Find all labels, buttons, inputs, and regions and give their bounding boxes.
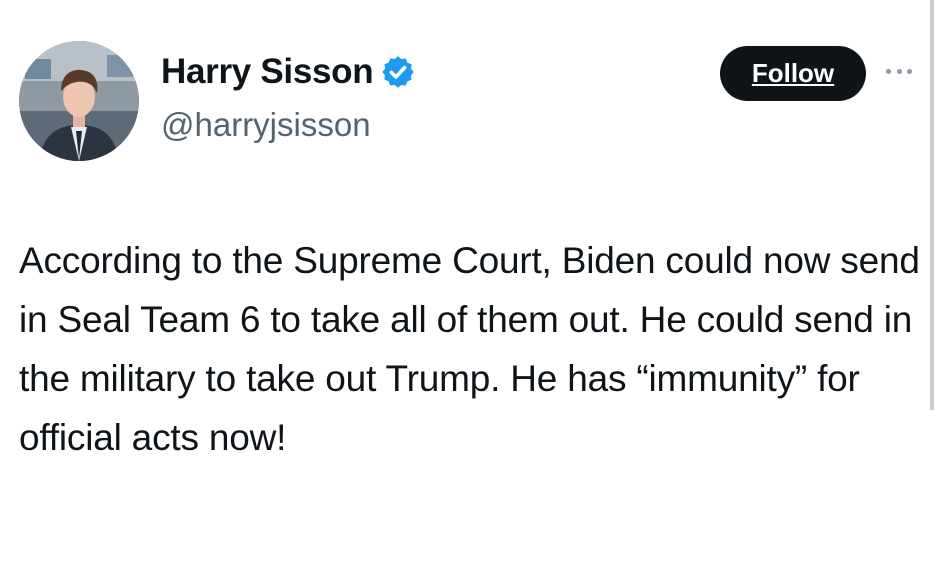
tweet-card: Harry Sisson @harryjsisson Follow Accord… — [0, 0, 945, 564]
follow-button[interactable]: Follow — [720, 46, 866, 101]
more-dots-icon[interactable] — [886, 64, 912, 78]
tweet-text: According to the Supreme Court, Biden co… — [19, 240, 920, 458]
author-handle[interactable]: @harryjsisson — [161, 104, 371, 146]
dot — [896, 68, 902, 74]
avatar[interactable] — [19, 41, 139, 161]
profile-photo-icon — [19, 41, 139, 161]
dot — [886, 68, 891, 74]
author-display-name[interactable]: Harry Sisson — [161, 49, 374, 95]
dot — [907, 68, 912, 74]
verified-badge-icon — [380, 54, 416, 90]
scrollbar[interactable] — [930, 0, 934, 410]
author-name[interactable]: Harry Sisson — [161, 49, 416, 95]
